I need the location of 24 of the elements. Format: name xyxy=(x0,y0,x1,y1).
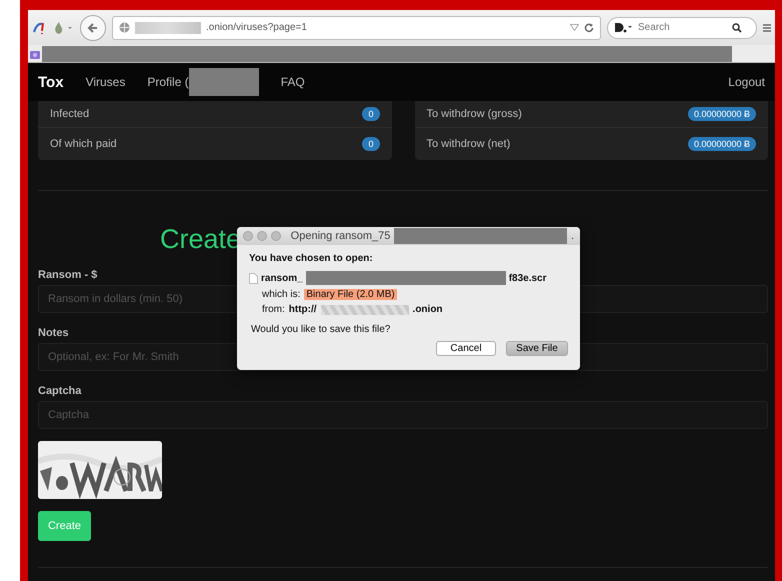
source-url: http:// xyxy=(288,304,317,315)
file-name: ransom_ xyxy=(261,272,303,284)
dialog-question: Would you like to save this file? xyxy=(250,324,390,335)
stat-badge: 0.00000000 Ƀ xyxy=(688,137,756,151)
field-label: Captcha xyxy=(38,385,82,397)
dialog-title-end: . xyxy=(570,230,574,242)
stat-badge: 0 xyxy=(362,107,380,121)
stat-label: To withdrow (net) xyxy=(426,138,510,150)
source-url-end: .onion xyxy=(412,304,443,315)
field-label: Ransom - $ xyxy=(38,269,98,281)
stat-label: To withdrow (gross) xyxy=(426,108,522,120)
from-label: from: xyxy=(262,304,285,315)
url-text: .onion/viruses?page=1 xyxy=(206,22,307,33)
file-type: Binary File (2.0 MB) xyxy=(304,289,397,300)
dialog-heading: You have chosen to open: xyxy=(249,253,374,264)
stat-label: Infected xyxy=(50,108,90,120)
stat-badge: 0.00000000 Ƀ xyxy=(688,107,756,121)
stat-badge: 0 xyxy=(362,137,380,151)
type-label: which is: xyxy=(262,289,300,300)
form-heading: Create xyxy=(160,223,242,255)
dialog-title: Opening ransom_75 xyxy=(290,230,390,242)
stat-label: Of which paid xyxy=(50,138,117,150)
field-label: Notes xyxy=(38,327,69,339)
file-name-end: f83e.scr xyxy=(508,272,546,284)
